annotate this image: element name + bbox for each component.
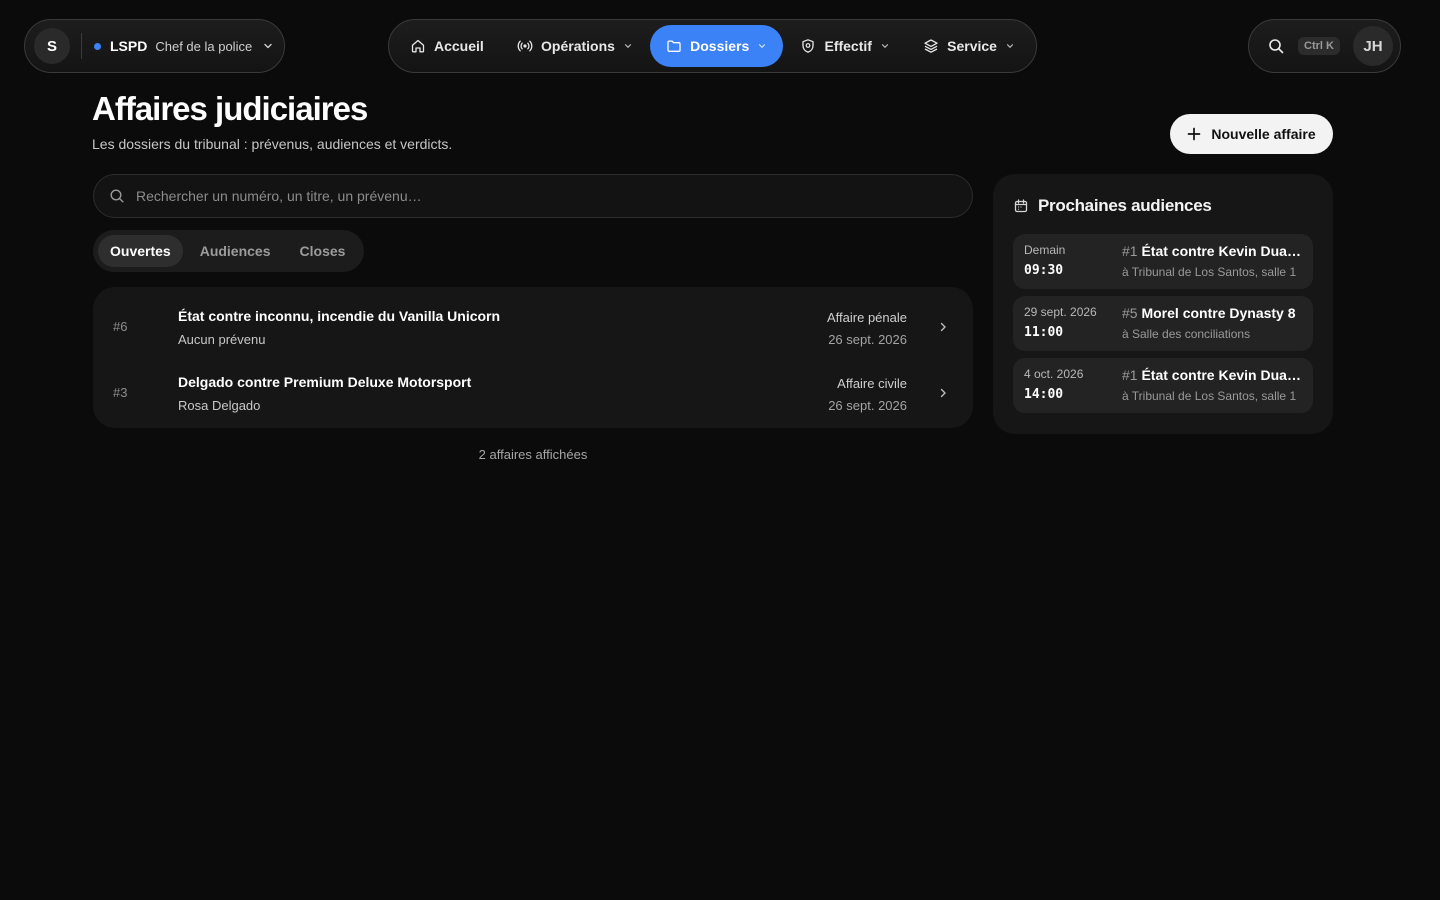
hearing-location: à Tribunal de Los Santos, salle 1 <box>1122 265 1297 279</box>
top-bar: S LSPD Chef de la police Accueil Opérati… <box>0 19 1440 73</box>
panel-header: Prochaines audiences <box>1013 196 1212 216</box>
hearing-number: #1 <box>1122 243 1138 259</box>
hearing-card[interactable]: 29 sept. 2026 11:00 #5 Morel contre Dyna… <box>1013 296 1313 351</box>
chevron-down-icon <box>1005 41 1015 51</box>
search-icon <box>109 188 125 204</box>
hearing-card[interactable]: Demain 09:30 #1 État contre Kevin Duarte… <box>1013 234 1313 289</box>
status-tabs: Ouvertes Audiences Closes <box>93 230 364 272</box>
panel-title: Prochaines audiences <box>1038 196 1212 215</box>
case-row[interactable]: #6 État contre inconnu, incendie du Vani… <box>93 291 973 357</box>
tab-audiences[interactable]: Audiences <box>188 235 283 267</box>
chevron-right-icon <box>937 320 949 332</box>
case-defendant: Aucun prévenu <box>178 332 266 347</box>
hearing-card[interactable]: 4 oct. 2026 14:00 #1 État contre Kevin D… <box>1013 358 1313 413</box>
nav-label: Effectif <box>824 38 872 54</box>
result-count: 2 affaires affichées <box>478 447 588 462</box>
case-title: État contre inconnu, incendie du Vanilla… <box>178 308 501 324</box>
upcoming-hearings-panel: Prochaines audiences Demain 09:30 #1 Éta… <box>993 174 1333 434</box>
nav-item-service[interactable]: Service <box>907 25 1031 67</box>
case-kind: Affaire civile <box>837 376 907 391</box>
utility-bar: Ctrl K JH <box>1248 19 1401 73</box>
hearing-case-title: État contre Kevin Duarte <box>1141 367 1302 383</box>
case-defendant: Rosa Delgado <box>178 398 261 413</box>
divider <box>81 33 82 59</box>
user-avatar[interactable]: JH <box>1352 26 1393 66</box>
case-number: #6 <box>113 319 128 334</box>
case-number: #3 <box>113 385 128 400</box>
hearing-date: 4 oct. 2026 <box>1024 367 1084 381</box>
org-avatar: S <box>34 28 70 64</box>
hearing-time: 14:00 <box>1024 387 1064 402</box>
plus-icon <box>1187 127 1201 141</box>
new-case-button[interactable]: Nouvelle affaire <box>1170 114 1333 154</box>
layers-icon <box>923 38 939 54</box>
search-input[interactable] <box>136 188 972 204</box>
hearing-date: Demain <box>1024 243 1066 257</box>
nav-label: Dossiers <box>690 38 750 54</box>
hearing-case: #5 Morel contre Dynasty 8 <box>1122 305 1302 321</box>
org-switcher[interactable]: S LSPD Chef de la police <box>24 19 285 73</box>
hearing-date: 29 sept. 2026 <box>1024 305 1097 319</box>
page-title: Affaires judiciaires <box>92 90 368 127</box>
chevron-down-icon <box>880 41 890 51</box>
new-case-label: Nouvelle affaire <box>1211 126 1316 142</box>
nav-item-effectif[interactable]: Effectif <box>784 25 905 67</box>
chevron-down-icon <box>262 40 274 52</box>
nav-item-operations[interactable]: Opérations <box>501 25 649 67</box>
case-kind: Affaire pénale <box>827 310 907 325</box>
case-title: Delgado contre Premium Deluxe Motorsport <box>178 374 472 390</box>
calendar-icon <box>1013 198 1029 214</box>
nav-label: Service <box>947 38 997 54</box>
tab-closes[interactable]: Closes <box>288 235 358 267</box>
nav-item-dossiers[interactable]: Dossiers <box>650 25 784 67</box>
chevron-down-icon <box>757 41 767 51</box>
hearing-case: #1 État contre Kevin Duarte <box>1122 367 1302 383</box>
nav-item-accueil[interactable]: Accueil <box>394 25 500 67</box>
case-date: 26 sept. 2026 <box>828 398 907 413</box>
tab-ouvertes[interactable]: Ouvertes <box>98 235 183 267</box>
chevron-down-icon <box>623 41 633 51</box>
hearing-location: à Tribunal de Los Santos, salle 1 <box>1122 389 1297 403</box>
org-role: Chef de la police <box>155 38 253 54</box>
nav-label: Opérations <box>541 38 615 54</box>
hearing-location: à Salle des conciliations <box>1122 327 1251 341</box>
chevron-right-icon <box>937 386 949 398</box>
case-list: #6 État contre inconnu, incendie du Vani… <box>93 287 973 428</box>
search-bar <box>93 174 973 218</box>
case-row[interactable]: #3 Delgado contre Premium Deluxe Motorsp… <box>93 357 973 423</box>
hearing-case-title: État contre Kevin Duarte <box>1141 243 1302 259</box>
folder-icon <box>666 38 682 54</box>
search-icon[interactable] <box>1267 37 1285 55</box>
broadcast-icon <box>517 38 533 54</box>
status-dot <box>94 42 101 50</box>
hearing-case: #1 État contre Kevin Duarte <box>1122 243 1302 259</box>
main-nav: Accueil Opérations Dossiers Effectif Ser… <box>388 19 1037 73</box>
hearing-case-title: Morel contre Dynasty 8 <box>1141 305 1296 321</box>
shortcut-hint: Ctrl K <box>1298 37 1340 55</box>
nav-label: Accueil <box>434 38 484 54</box>
hearing-time: 11:00 <box>1024 325 1064 340</box>
hearing-number: #5 <box>1122 305 1138 321</box>
org-name: LSPD <box>110 38 148 54</box>
shield-icon <box>800 38 816 54</box>
case-date: 26 sept. 2026 <box>828 332 907 347</box>
home-icon <box>410 38 426 54</box>
page-subtitle: Les dossiers du tribunal : prévenus, aud… <box>92 136 453 152</box>
hearing-number: #1 <box>1122 367 1138 383</box>
hearing-time: 09:30 <box>1024 263 1064 278</box>
